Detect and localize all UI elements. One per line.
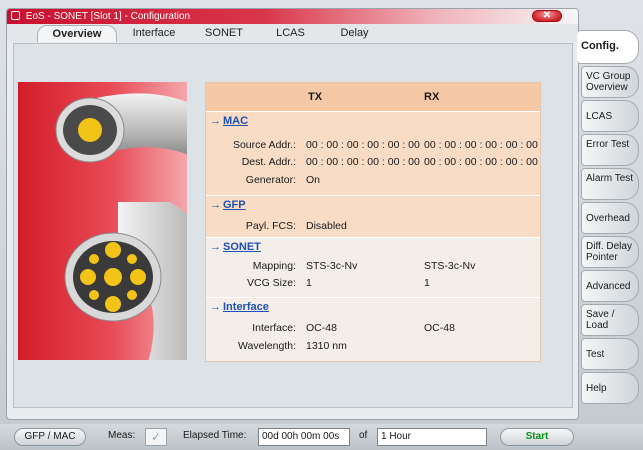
tab-sonet[interactable]: SONET [199, 25, 249, 42]
generator-tx: On [306, 174, 321, 186]
arrow-right-icon: → [210, 241, 221, 253]
start-button[interactable]: Start [500, 428, 574, 446]
source-addr-label: Source Addr.: [232, 139, 296, 151]
close-button[interactable]: ✕ [532, 10, 562, 22]
interface-row: Interface: OC-48 OC-48 [206, 320, 540, 336]
duration-value: 1 Hour [381, 431, 412, 442]
interface-label: Interface: [252, 322, 296, 334]
sonet-link[interactable]: → SONET [210, 241, 261, 253]
of-label: of [359, 430, 368, 441]
wavelength-label: Wavelength: [238, 340, 296, 352]
vcg-size-tx: 1 [306, 277, 312, 289]
side-tab-alarm-test[interactable]: Alarm Test [581, 168, 639, 200]
title-bar: EoS - SONET [Slot 1] - Configuration ✕ [7, 9, 578, 24]
tab-overview[interactable]: Overview [37, 25, 117, 42]
single-fiber-cable-image [55, 93, 187, 163]
duration-select[interactable]: 1 Hour [377, 428, 487, 446]
arrow-right-icon: → [210, 199, 221, 211]
meas-label: Meas: [108, 430, 136, 441]
tab-lcas[interactable]: LCAS [268, 25, 313, 42]
interface-tx: OC-48 [306, 322, 337, 334]
arrow-right-icon: → [210, 301, 221, 313]
source-addr-rx: 00 : 00 : 00 : 00 : 00 : 00 [424, 139, 538, 151]
generator-row: Generator: On [206, 172, 540, 188]
summary-header: TX RX [206, 83, 540, 111]
side-tab-vc-group-overview[interactable]: VC Group Overview [581, 66, 639, 98]
close-icon: ✕ [542, 10, 552, 21]
tab-interface[interactable]: Interface [124, 25, 184, 42]
side-tab-save-load[interactable]: Save / Load [581, 304, 639, 336]
vcg-size-label: VCG Size: [246, 277, 296, 289]
vcg-size-row: VCG Size: 1 1 [206, 275, 540, 291]
wavelength-tx: 1310 nm [306, 340, 347, 352]
payload-fcs-row: Payl. FCS: Disabled [206, 218, 540, 234]
side-tab-advanced[interactable]: Advanced [581, 270, 639, 302]
side-tab-test[interactable]: Test [581, 338, 639, 370]
arrow-right-icon: → [210, 115, 221, 127]
dest-addr-label: Dest. Addr.: [241, 156, 296, 168]
mapping-label: Mapping: [252, 260, 296, 272]
top-tab-bar: Overview Interface SONET LCAS Delay [7, 24, 578, 42]
app-icon [11, 11, 20, 20]
elapsed-time-field: 00d 00h 00m 00s [258, 428, 350, 446]
status-bar: GFP / MAC Meas: ✓ Elapsed Time: 00d 00h … [0, 424, 643, 450]
dest-addr-tx: 00 : 00 : 00 : 00 : 00 : 00 [306, 156, 420, 168]
side-tab-error-test[interactable]: Error Test [581, 134, 639, 166]
interface-link[interactable]: → Interface [210, 301, 269, 313]
app-frame: EoS - SONET [Slot 1] - Configuration ✕ O… [0, 0, 643, 450]
elapsed-time-label: Elapsed Time: [183, 430, 247, 441]
sonet-section: → SONET Mapping: STS-3c-Nv STS-3c-Nv VCG … [206, 237, 540, 297]
side-tab-diff-delay-pointer[interactable]: Diff. Delay Pointer [581, 236, 639, 268]
interface-rx: OC-48 [424, 322, 455, 334]
window-title: EoS - SONET [Slot 1] - Configuration [25, 11, 191, 22]
gfp-link[interactable]: → GFP [210, 199, 246, 211]
source-addr-row: Source Addr.: 00 : 00 : 00 : 00 : 00 : 0… [206, 137, 540, 153]
dest-addr-rx: 00 : 00 : 00 : 00 : 00 : 00 [424, 156, 538, 168]
interface-section: → Interface Interface: OC-48 OC-48 Wavele… [206, 297, 540, 361]
dest-addr-row: Dest. Addr.: 00 : 00 : 00 : 00 : 00 : 00… [206, 154, 540, 170]
mapping-tx: STS-3c-Nv [306, 260, 358, 272]
rx-column-header: RX [424, 91, 440, 103]
mac-section: → MAC Source Addr.: 00 : 00 : 00 : 00 : 0… [206, 111, 540, 195]
source-addr-tx: 00 : 00 : 00 : 00 : 00 : 00 [306, 139, 420, 151]
side-tab-overhead[interactable]: Overhead [581, 202, 639, 234]
multi-fiber-cable-image [64, 202, 187, 360]
mapping-rx: STS-3c-Nv [424, 260, 476, 272]
side-tab-lcas[interactable]: LCAS [581, 100, 639, 132]
checkmark-icon: ✓ [150, 430, 162, 444]
mapping-row: Mapping: STS-3c-Nv STS-3c-Nv [206, 258, 540, 274]
tx-column-header: TX [308, 91, 323, 103]
gfp-section: → GFP Payl. FCS: Disabled [206, 195, 540, 237]
configuration-summary: TX RX → MAC Source Addr.: 00 : 00 : 00 : … [205, 82, 541, 362]
payload-fcs-label: Payl. FCS: [245, 220, 296, 232]
tab-delay[interactable]: Delay [332, 25, 377, 42]
payload-fcs-tx: Disabled [306, 220, 347, 232]
wavelength-row: Wavelength: 1310 nm [206, 338, 540, 354]
cable-illustration [18, 82, 187, 360]
side-tab-config[interactable]: Config. [577, 30, 639, 64]
side-tab-help[interactable]: Help [581, 372, 639, 404]
meas-checkbox[interactable]: ✓ [145, 428, 167, 446]
gfp-mac-button[interactable]: GFP / MAC [14, 428, 86, 446]
mac-link[interactable]: → MAC [210, 115, 248, 127]
generator-label: Generator: [245, 174, 296, 186]
vcg-size-rx: 1 [424, 277, 430, 289]
